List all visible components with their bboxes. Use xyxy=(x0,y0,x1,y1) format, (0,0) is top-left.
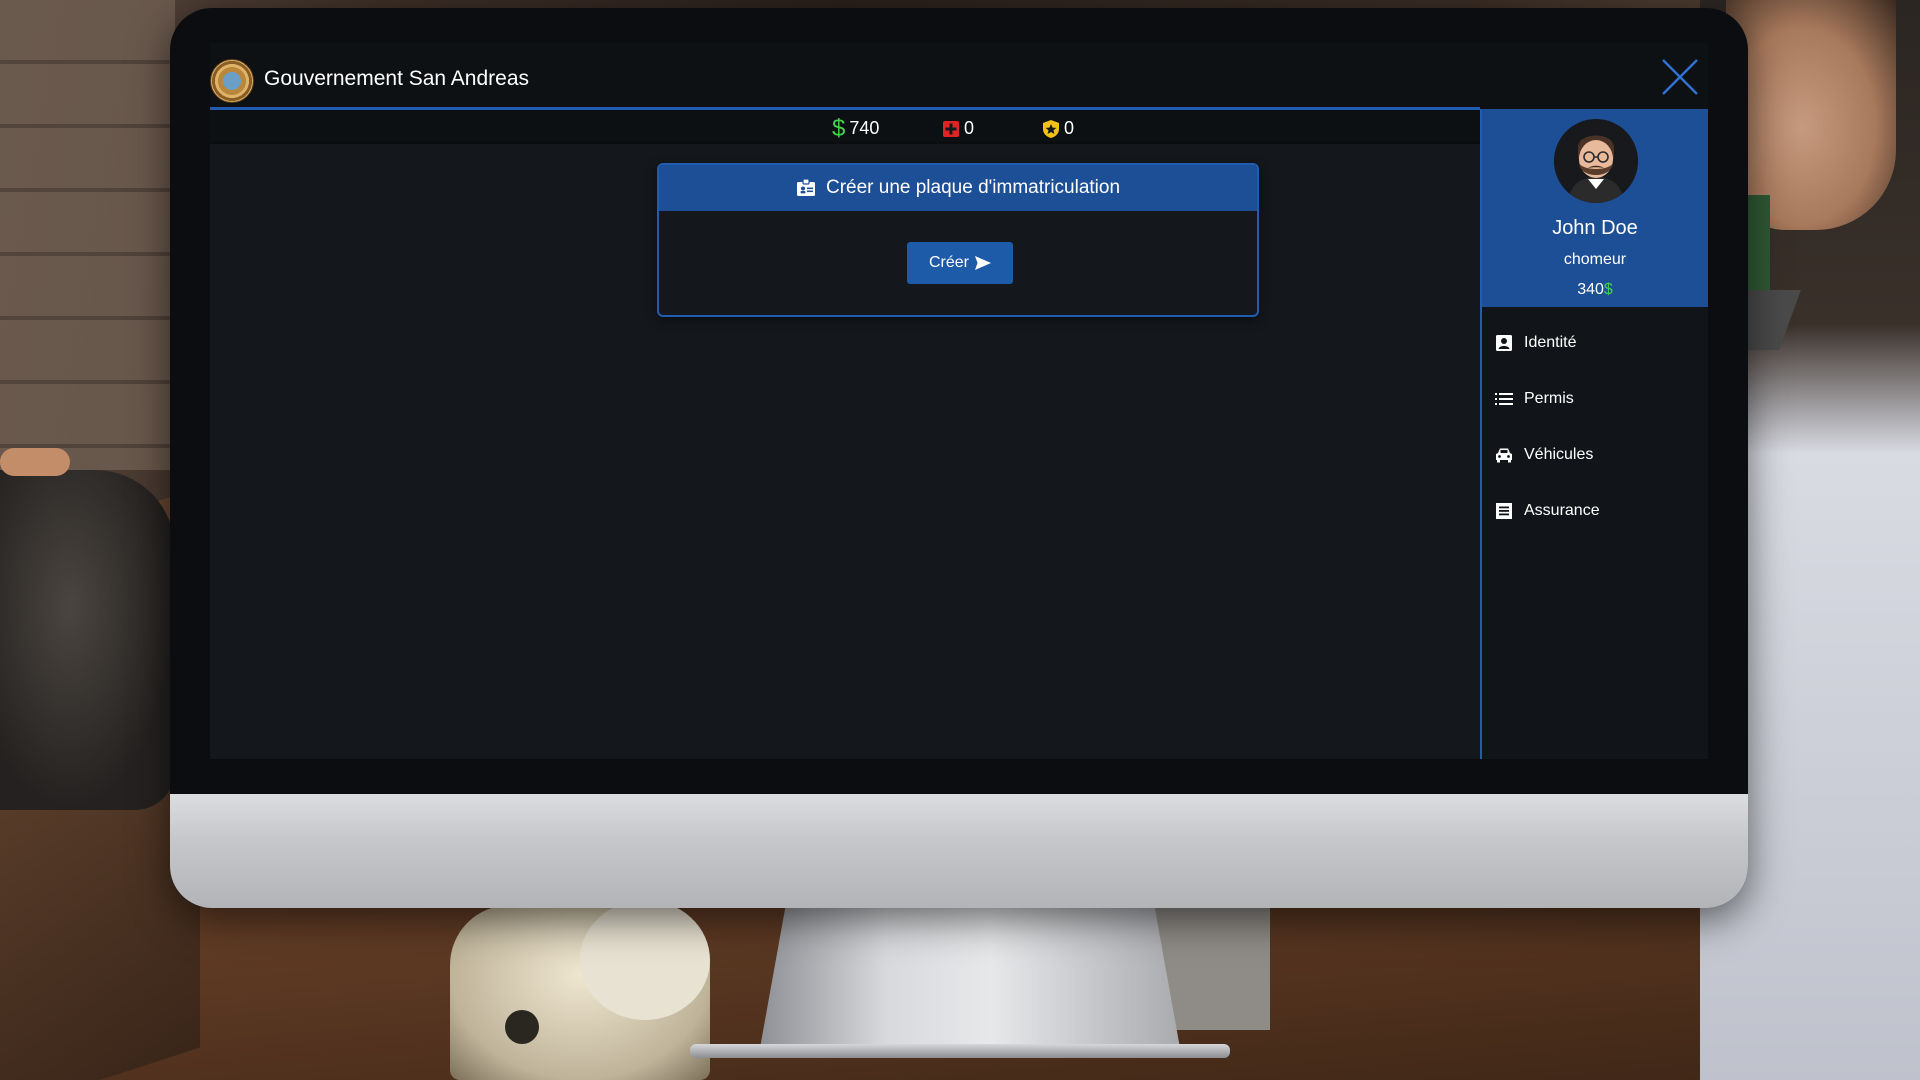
profile-money-currency: $ xyxy=(1603,281,1613,298)
money-roll-core xyxy=(505,1010,539,1044)
sidebar-item-assurance[interactable]: Assurance xyxy=(1482,483,1708,539)
create-button-label: Créer xyxy=(928,254,969,271)
medic-value: 0 xyxy=(964,118,975,138)
list-icon xyxy=(1495,393,1513,405)
profile-name: John Doe xyxy=(1552,217,1638,239)
medical-cross-icon xyxy=(943,120,959,137)
panel-title: Créer une plaque d'immatriculation xyxy=(825,177,1121,198)
sidebar-item-permis[interactable]: Permis xyxy=(1482,371,1708,427)
create-button[interactable]: Créer xyxy=(907,242,1013,284)
monitor-stand xyxy=(760,908,1180,1048)
police-badge-icon xyxy=(1043,119,1059,138)
panel-header: Créer une plaque d'immatriculation xyxy=(659,165,1257,211)
avatar-icon xyxy=(1554,119,1638,203)
sidebar-item-identite[interactable]: Identité xyxy=(1482,315,1708,371)
police-stat: 0 xyxy=(1042,118,1074,139)
medic-stat: 0 xyxy=(942,118,974,139)
sidebar-item-label: Permis xyxy=(1524,390,1574,407)
app-title: Gouvernement San Andreas xyxy=(264,67,530,90)
monitor-chin xyxy=(170,794,1748,908)
cash-stat: $ 740 xyxy=(832,114,880,142)
close-icon xyxy=(1662,59,1698,95)
cash-value: 740 xyxy=(849,118,880,138)
profile-card: John Doe chomeur 340$ xyxy=(1482,109,1708,307)
chair xyxy=(0,470,175,810)
stats-bar: $ 740 0 0 xyxy=(210,110,1480,144)
seal-logo-icon xyxy=(210,59,254,103)
sidebar-item-label: Identité xyxy=(1524,334,1577,351)
profile-job: chomeur xyxy=(1563,251,1627,268)
sidebar-menu: Identité Permis Véhicules Assurance xyxy=(1482,315,1708,539)
id-badge-icon xyxy=(796,178,815,196)
sidebar-item-label: Véhicules xyxy=(1524,446,1594,463)
close-button[interactable] xyxy=(1660,57,1700,97)
shelf xyxy=(0,0,175,470)
dollar-icon: $ xyxy=(832,114,846,142)
sidebar-item-vehicules[interactable]: Véhicules xyxy=(1482,427,1708,483)
hand xyxy=(0,448,70,476)
profile-money: 340$ xyxy=(1482,281,1708,299)
monitor-stand-base xyxy=(690,1044,1230,1058)
money-roll xyxy=(580,900,710,1020)
title-bar: Gouvernement San Andreas xyxy=(210,43,1708,109)
create-plate-panel: Créer une plaque d'immatriculation Créer xyxy=(657,163,1259,317)
avatar xyxy=(1554,119,1638,203)
app-window: Gouvernement San Andreas $ 740 0 0 Créer… xyxy=(210,43,1708,759)
police-value: 0 xyxy=(1064,118,1075,138)
id-card-icon xyxy=(1496,335,1512,351)
car-icon xyxy=(1496,448,1512,463)
monitor: Gouvernement San Andreas $ 740 0 0 Créer… xyxy=(170,8,1748,908)
sidebar: John Doe chomeur 340$ Identité Permis Vé… xyxy=(1480,109,1708,759)
profile-money-value: 340 xyxy=(1577,281,1604,298)
sidebar-item-label: Assurance xyxy=(1524,502,1600,519)
document-icon xyxy=(1496,503,1512,519)
send-icon xyxy=(975,256,991,270)
